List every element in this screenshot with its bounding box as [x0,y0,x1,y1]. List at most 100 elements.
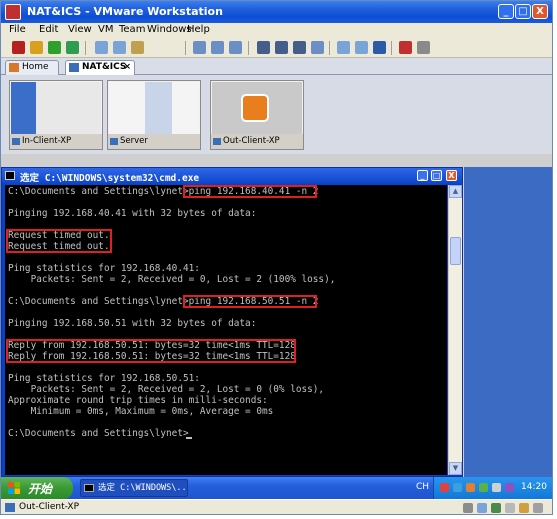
guest-desktop-background [464,167,552,477]
toolbar-separator [248,41,249,55]
highlight-request-timed-out [6,229,112,253]
console-output[interactable]: C:\Documents and Settings\lynet>ping 192… [5,185,447,475]
thumbnail-server[interactable]: Server [107,80,201,150]
vmware-logo-icon [241,94,269,122]
view-icon-2[interactable] [211,41,224,54]
power-off-icon[interactable] [12,41,25,54]
tray-icon[interactable] [466,483,475,492]
console-line: Approximate round trip times in milli-se… [8,395,268,406]
thumbnail-label: Out-Client-XP [223,136,280,146]
menu-windows[interactable]: Windows [147,24,192,35]
tab-close-icon[interactable]: × [123,61,131,74]
cmd-close-button[interactable]: X [446,170,457,181]
full-screen-icon[interactable] [275,41,288,54]
sound-icon[interactable] [519,503,529,513]
menu-help[interactable]: Help [187,24,210,35]
console-line: C:\Documents and Settings\lynet> [8,428,189,439]
maximize-button[interactable]: □ [515,4,531,19]
clock[interactable]: 14:20 [521,482,547,492]
menu-team[interactable]: Team [119,24,145,35]
toolbar-separator [85,41,86,55]
team-settings-icon[interactable] [417,41,430,54]
scroll-up-icon[interactable]: ▲ [449,185,462,198]
system-tray: 14:20 [433,477,552,499]
revert-snapshot-icon[interactable] [113,41,126,54]
menu-bar: File Edit View VM Team Windows Help [1,23,552,38]
console-line: Ping statistics for 192.168.40.41: [8,263,200,274]
suspend-icon[interactable] [30,41,43,54]
tray-icon[interactable] [505,483,514,492]
power-on-icon[interactable] [48,41,61,54]
vm-icon [110,138,118,145]
tray-icon[interactable] [492,483,501,492]
console-line: Packets: Sent = 2, Received = 2, Lost = … [8,384,325,395]
cmd-maximize-button[interactable]: □ [431,170,442,181]
cmd-minimize-button[interactable]: _ [417,170,428,181]
tray-icon[interactable] [453,483,462,492]
tab-home[interactable]: Home [5,60,59,75]
appliance-view-icon[interactable] [355,41,368,54]
tab-bar: Home NAT&ICS × [1,58,552,75]
vm-screen-preview [109,82,199,134]
tray-icon[interactable] [479,483,488,492]
tray-icon[interactable] [440,483,449,492]
taskbar-item-cmd[interactable]: 选定 C:\WINDOWS\... [80,479,188,497]
hard-disk-icon[interactable] [463,503,473,513]
view-icon-3[interactable] [229,41,242,54]
highlight-ping-command-1 [183,185,317,198]
cmd-icon [5,171,15,180]
title-bar[interactable]: NAT&ICS - VMware Workstation _ □ X [1,1,552,23]
reset-icon[interactable] [66,41,79,54]
scroll-thumb[interactable] [450,237,461,265]
status-vm-name: Out-Client-XP [19,502,80,512]
thumbnail-in-client-xp[interactable]: In-Client-XP [9,80,103,150]
sidebar-icon[interactable] [257,41,270,54]
home-icon [9,63,19,72]
taskbar-item-label: 选定 C:\WINDOWS\... [98,483,188,493]
snapshot-icon[interactable] [95,41,108,54]
scroll-down-icon[interactable]: ▼ [449,462,462,475]
unity-icon[interactable] [311,41,324,54]
console-line: Minimum = 0ms, Maximum = 0ms, Average = … [8,406,274,417]
network-icon[interactable] [491,503,501,513]
menu-file[interactable]: File [9,24,26,35]
view-icon-1[interactable] [193,41,206,54]
highlight-reply-lines [6,339,296,363]
cmd-scrollbar[interactable]: ▲ ▼ [448,185,462,475]
snapshot-manager-icon[interactable] [131,41,144,54]
quick-switch-icon[interactable] [293,41,306,54]
tab-home-label: Home [22,62,49,72]
start-button[interactable]: 开始 [1,477,73,499]
vmware-app-icon [5,4,21,20]
toolbar [1,38,552,58]
close-button[interactable]: X [532,4,548,19]
summary-view-icon[interactable] [337,41,350,54]
toolbar-separator [329,41,330,55]
language-indicator[interactable]: CH [416,482,429,492]
windows-flag-icon [8,482,20,494]
usb-icon[interactable] [505,503,515,513]
vm-icon [5,503,15,512]
minimize-button[interactable]: _ [498,4,514,19]
vmware-window: NAT&ICS - VMware Workstation _ □ X File … [0,0,553,515]
thumbnail-label: Server [120,136,148,146]
cmd-title-bar[interactable]: 选定 C:\WINDOWS\system32\cmd.exe _ □ X [2,168,462,184]
message-icon[interactable] [533,503,543,513]
console-view-icon[interactable] [373,41,386,54]
thumbnail-out-client-xp[interactable]: Out-Client-XP [210,80,304,150]
cd-rom-icon[interactable] [477,503,487,513]
tab-nat-ics[interactable]: NAT&ICS × [65,60,135,75]
console-line: Pinging 192.168.50.51 with 32 bytes of d… [8,318,257,329]
toolbar-separator [185,41,186,55]
cmd-icon [84,484,94,492]
console-line: Ping statistics for 192.168.50.51: [8,373,200,384]
vm-screen-preview [11,82,101,134]
menu-view[interactable]: View [68,24,92,35]
tab-nat-ics-label: NAT&ICS [82,62,127,72]
menu-edit[interactable]: Edit [39,24,58,35]
start-label: 开始 [28,482,53,496]
menu-vm[interactable]: VM [98,24,113,35]
guest-taskbar: 开始 选定 C:\WINDOWS\... CH 14:20 [1,477,552,499]
team-power-icon[interactable] [399,41,412,54]
team-thumbnail-strip: In-Client-XP Server Out-Client-XP [1,75,552,154]
